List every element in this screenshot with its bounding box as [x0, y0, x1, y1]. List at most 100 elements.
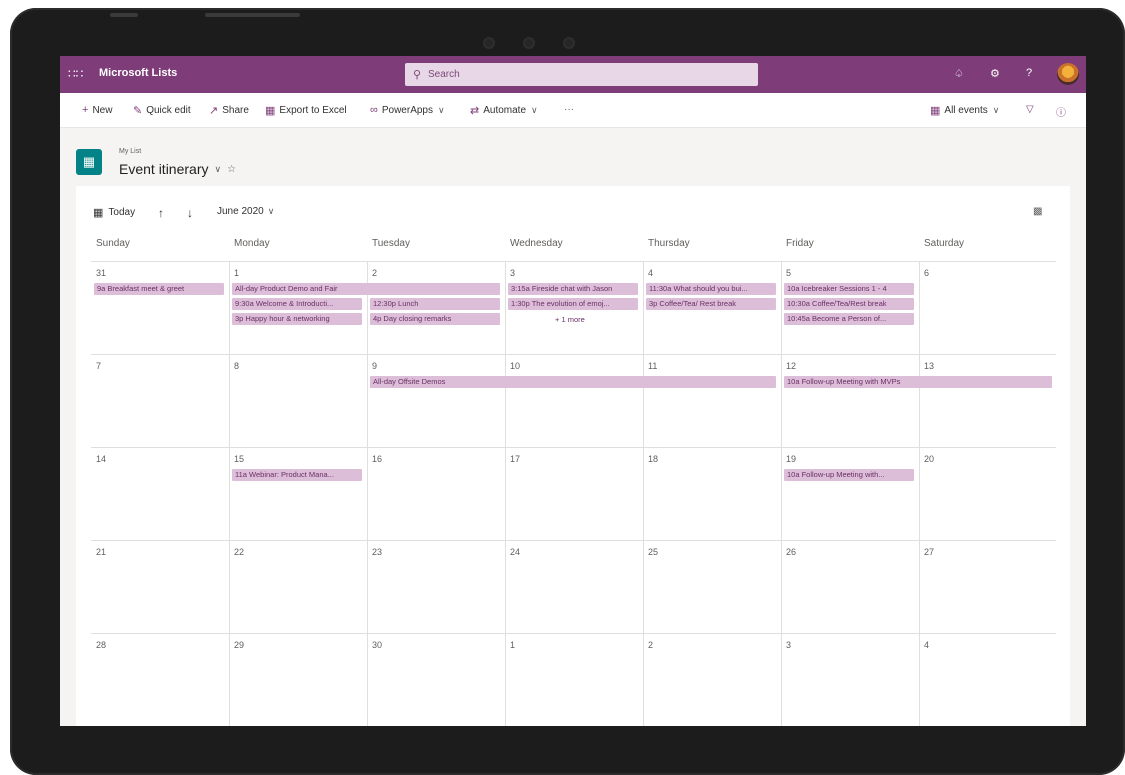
calendar-event[interactable]: 4p Day closing remarks: [370, 313, 500, 325]
grid-row-line: [91, 540, 1056, 541]
calendar-event[interactable]: 10:30a Coffee/Tea/Rest break: [784, 298, 914, 310]
grid-column-line: [229, 261, 230, 726]
calendar-event[interactable]: 3p Happy hour & networking: [232, 313, 362, 325]
day-number[interactable]: 22: [234, 547, 244, 557]
search-input[interactable]: ⚲ Search: [405, 63, 758, 86]
calendar-event[interactable]: 12:30p Lunch: [370, 298, 500, 310]
day-number[interactable]: 21: [96, 547, 106, 557]
day-number[interactable]: 29: [234, 640, 244, 650]
day-number[interactable]: 12: [786, 361, 796, 371]
calendar-event[interactable]: All-day Offsite Demos: [370, 376, 776, 388]
calendar-event[interactable]: 3p Coffee/Tea/ Rest break: [646, 298, 776, 310]
share-button[interactable]: ↗ Share: [209, 104, 249, 117]
search-placeholder: Search: [428, 69, 460, 80]
excel-icon: ▦: [265, 105, 276, 117]
app-name[interactable]: Microsoft Lists: [99, 67, 177, 79]
export-to-excel-button[interactable]: ▦ Export to Excel: [265, 104, 347, 117]
day-number[interactable]: 2: [648, 640, 653, 650]
day-number[interactable]: 27: [924, 547, 934, 557]
grid-row-line: [91, 261, 1056, 262]
filter-icon[interactable]: ▽: [1026, 104, 1034, 115]
weekday-header: Sunday Monday Tuesday Wednesday Thursday Frid…: [91, 238, 1056, 258]
calendar-event[interactable]: 1:30p The evolution of emoj...: [508, 298, 638, 310]
day-number[interactable]: 1: [234, 268, 239, 278]
day-number[interactable]: 6: [924, 268, 929, 278]
day-number[interactable]: 28: [96, 640, 106, 650]
calendar-event[interactable]: 10a Icebreaker Sessions 1 - 4: [784, 283, 914, 295]
chevron-down-icon[interactable]: ∨: [214, 164, 221, 175]
help-icon[interactable]: ?: [1026, 67, 1032, 79]
grid-column-line: [781, 261, 782, 726]
day-number[interactable]: 10: [510, 361, 520, 371]
day-number[interactable]: 8: [234, 361, 239, 371]
day-number[interactable]: 23: [372, 547, 382, 557]
day-number[interactable]: 20: [924, 454, 934, 464]
day-number[interactable]: 25: [648, 547, 658, 557]
automate-button[interactable]: ⇄ Automate ∨: [470, 104, 538, 117]
more-events-link[interactable]: + 1 more: [555, 315, 585, 324]
today-label: Today: [108, 207, 136, 218]
share-label: Share: [222, 105, 249, 116]
day-number[interactable]: 24: [510, 547, 520, 557]
month-selector[interactable]: June 2020 ∨: [217, 206, 274, 217]
weekday-sunday: Sunday: [96, 238, 130, 249]
new-button[interactable]: + New: [82, 104, 112, 116]
powerapps-button[interactable]: ∞ PowerApps ∨: [370, 104, 445, 116]
day-number[interactable]: 26: [786, 547, 796, 557]
more-button[interactable]: ···: [564, 104, 574, 115]
calendar-event[interactable]: 3:15a Fireside chat with Jason: [508, 283, 638, 295]
avatar[interactable]: [1057, 63, 1079, 85]
quick-edit-button[interactable]: ✎ Quick edit: [133, 104, 191, 117]
day-number[interactable]: 5: [786, 268, 791, 278]
day-number[interactable]: 3: [786, 640, 791, 650]
camera-sensor: [563, 37, 575, 49]
weekday-tuesday: Tuesday: [372, 238, 410, 249]
bell-icon[interactable]: ♤: [954, 67, 964, 80]
calendar-event[interactable]: 9:30a Welcome & Introducti...: [232, 298, 362, 310]
day-number[interactable]: 3: [510, 268, 515, 278]
day-number[interactable]: 17: [510, 454, 520, 464]
day-number[interactable]: 7: [96, 361, 101, 371]
calendar-event[interactable]: 9a Breakfast meet & greet: [94, 283, 224, 295]
day-number[interactable]: 30: [372, 640, 382, 650]
device-button: [205, 13, 300, 17]
calendar-event[interactable]: 11:30a What should you bui...: [646, 283, 776, 295]
day-number[interactable]: 9: [372, 361, 377, 371]
day-number[interactable]: 4: [648, 268, 653, 278]
fullscreen-icon[interactable]: ▩: [1033, 206, 1042, 217]
calendar-event[interactable]: 10:45a Become a Person of...: [784, 313, 914, 325]
calendar-event[interactable]: All-day Product Demo and Fair: [232, 283, 500, 295]
waffle-icon[interactable]: ∷∷: [68, 67, 83, 81]
view-selector[interactable]: ▦ All events ∨: [930, 104, 999, 117]
day-number[interactable]: 1: [510, 640, 515, 650]
command-bar: + New ✎ Quick edit ↗ Share ▦ Export to E…: [60, 93, 1086, 128]
day-number[interactable]: 18: [648, 454, 658, 464]
gear-icon[interactable]: ⚙: [990, 67, 1000, 80]
day-number[interactable]: 11: [648, 361, 657, 371]
favorite-star-icon[interactable]: ☆: [227, 164, 236, 175]
day-number[interactable]: 15: [234, 454, 244, 464]
page-title[interactable]: Event itinerary ∨ ☆: [119, 161, 236, 177]
calendar-event[interactable]: 11a Webinar: Product Mana...: [232, 469, 362, 481]
automate-label: Automate: [483, 105, 527, 116]
flow-icon: ⇄: [470, 105, 480, 117]
list-subtitle: My List: [119, 148, 142, 155]
calendar-event[interactable]: 10a Follow-up Meeting with MVPs: [784, 376, 1052, 388]
chevron-down-icon: ∨: [992, 105, 1000, 115]
day-number[interactable]: 14: [96, 454, 106, 464]
day-number[interactable]: 16: [372, 454, 382, 464]
day-number[interactable]: 19: [786, 454, 796, 464]
info-icon[interactable]: ⓘ: [1056, 104, 1066, 119]
day-number[interactable]: 4: [924, 640, 929, 650]
day-number[interactable]: 2: [372, 268, 377, 278]
suite-bar: ∷∷ Microsoft Lists ⚲ Search ♤ ⚙ ?: [60, 56, 1086, 93]
powerapps-label: PowerApps: [381, 104, 433, 116]
day-number[interactable]: 13: [924, 361, 934, 371]
grid-row-line: [91, 633, 1056, 634]
arrow-down-icon[interactable]: ↓: [187, 206, 193, 220]
weekday-monday: Monday: [234, 238, 270, 249]
today-button[interactable]: ▦ Today: [93, 206, 135, 219]
day-number[interactable]: 31: [96, 268, 106, 278]
arrow-up-icon[interactable]: ↑: [158, 206, 164, 220]
calendar-event[interactable]: 10a Follow-up Meeting with...: [784, 469, 914, 481]
